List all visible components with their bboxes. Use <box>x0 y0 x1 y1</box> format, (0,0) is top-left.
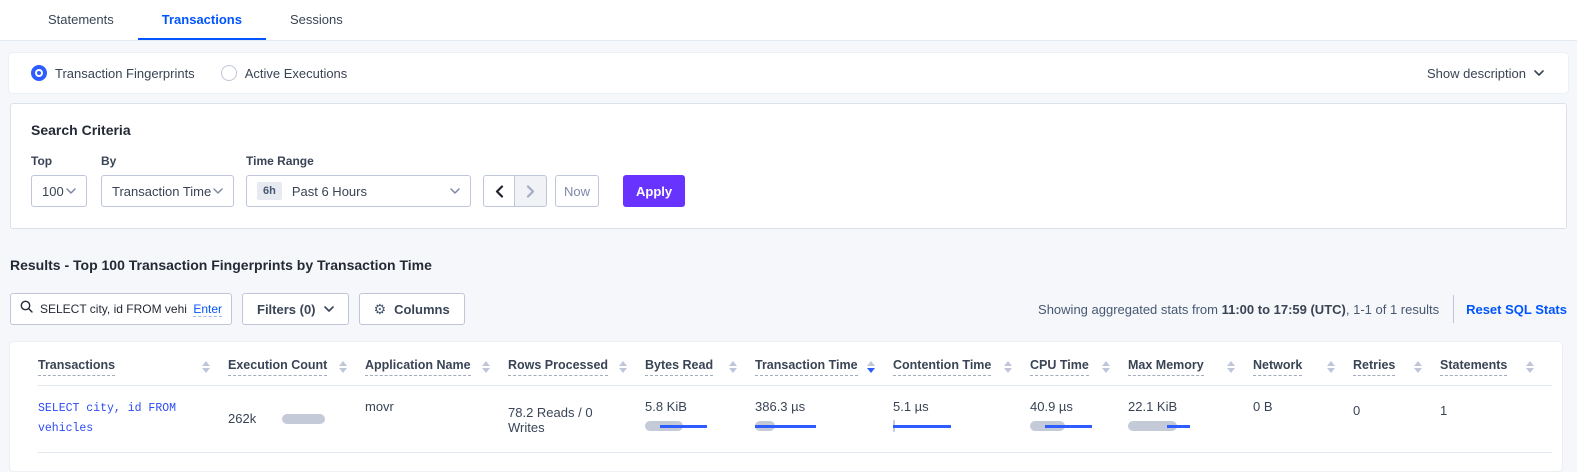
columns-button[interactable]: ⚙ Columns <box>359 293 465 325</box>
reset-sql-stats-link[interactable]: Reset SQL Stats <box>1466 302 1567 317</box>
search-input[interactable]: SELECT city, id FROM vehicles W Enter <box>10 293 232 325</box>
sort-icon[interactable] <box>729 361 737 373</box>
column-header-network[interactable]: Network <box>1253 358 1353 376</box>
column-header-execution-count[interactable]: Execution Count <box>228 358 365 376</box>
sort-icon[interactable] <box>1004 361 1012 373</box>
time-range-badge: 6h <box>257 182 282 200</box>
cpu-time-bar <box>1030 421 1110 431</box>
chevron-down-icon <box>213 186 223 196</box>
search-criteria-card: Search Criteria Top 100 By Transaction T… <box>10 103 1567 229</box>
max-memory-bar <box>1128 421 1235 431</box>
time-range-select[interactable]: 6h Past 6 Hours <box>246 175 471 207</box>
cell-transaction-fingerprint[interactable]: SELECT city, id FROMvehicles <box>38 399 228 438</box>
column-header-contention-time[interactable]: Contention Time <box>893 358 1030 376</box>
cell-rows-processed: 78.2 Reads / 0 Writes <box>508 399 645 438</box>
chevron-down-icon <box>324 304 334 314</box>
table-header-row: Transactions Execution Count Application… <box>38 342 1552 386</box>
cell-retries: 0 <box>1353 399 1440 438</box>
column-header-bytes-read[interactable]: Bytes Read <box>645 358 755 376</box>
chevron-down-icon <box>1534 68 1544 78</box>
sort-icon[interactable] <box>1227 361 1235 373</box>
time-range-next-button[interactable] <box>515 175 547 207</box>
show-description-label: Show description <box>1427 66 1526 81</box>
column-header-max-memory[interactable]: Max Memory <box>1128 358 1253 376</box>
sort-desc-icon[interactable] <box>867 361 875 373</box>
table-row: SELECT city, id FROMvehicles 262k movr 7… <box>38 386 1552 453</box>
column-header-retries[interactable]: Retries <box>1353 358 1440 376</box>
top-select-value: 100 <box>42 184 64 199</box>
apply-button[interactable]: Apply <box>623 175 685 207</box>
search-criteria-title: Search Criteria <box>31 122 1546 138</box>
transactions-table: Transactions Execution Count Application… <box>10 342 1562 471</box>
sort-icon[interactable] <box>1327 361 1335 373</box>
chevron-down-icon <box>66 186 76 196</box>
by-select[interactable]: Transaction Time <box>101 175 234 207</box>
time-range-label: Time Range <box>246 154 483 168</box>
tab-sessions[interactable]: Sessions <box>266 0 367 40</box>
search-enter-button[interactable]: Enter <box>193 302 222 317</box>
column-header-statements[interactable]: Statements <box>1440 358 1552 376</box>
sort-icon[interactable] <box>482 361 490 373</box>
radio-unselected-icon <box>221 65 237 81</box>
sort-icon[interactable] <box>202 361 210 373</box>
column-header-transactions[interactable]: Transactions <box>38 358 228 376</box>
column-header-rows-processed[interactable]: Rows Processed <box>508 358 645 376</box>
sort-icon[interactable] <box>1414 361 1422 373</box>
cell-statements: 1 <box>1440 399 1552 438</box>
results-controls-row: SELECT city, id FROM vehicles W Enter Fi… <box>10 293 1567 325</box>
column-header-transaction-time[interactable]: Transaction Time <box>755 358 893 376</box>
execution-count-bar <box>282 414 325 424</box>
time-range-prev-button[interactable] <box>483 175 515 207</box>
columns-label: Columns <box>394 302 450 317</box>
view-toggle-strip: Transaction Fingerprints Active Executio… <box>9 53 1568 93</box>
by-label: By <box>101 154 246 168</box>
time-range-arrow-group <box>483 175 547 207</box>
filters-label: Filters (0) <box>257 302 316 317</box>
by-select-value: Transaction Time <box>112 184 211 199</box>
radio-active-executions[interactable]: Active Executions <box>221 65 348 81</box>
cell-max-memory: 22.1 KiB <box>1128 399 1253 438</box>
tab-statements[interactable]: Statements <box>24 0 138 40</box>
radio-label: Active Executions <box>245 66 348 81</box>
cell-cpu-time: 40.9 µs <box>1030 399 1128 438</box>
sort-icon[interactable] <box>1526 361 1534 373</box>
column-header-application-name[interactable]: Application Name <box>365 358 508 376</box>
radio-selected-icon <box>31 65 47 81</box>
transaction-time-bar <box>755 421 875 431</box>
page-tabbar: Statements Transactions Sessions <box>0 0 1577 41</box>
cell-execution-count: 262k <box>228 399 365 438</box>
aggregated-stats-text: Showing aggregated stats from 11:00 to 1… <box>1038 302 1439 317</box>
sort-icon[interactable] <box>619 361 627 373</box>
time-range-value: Past 6 Hours <box>292 184 367 199</box>
search-icon <box>20 300 33 318</box>
search-input-value: SELECT city, id FROM vehicles W <box>40 302 187 316</box>
contention-time-bar <box>893 421 1012 431</box>
radio-transaction-fingerprints[interactable]: Transaction Fingerprints <box>31 65 195 81</box>
sort-icon[interactable] <box>339 361 347 373</box>
vertical-divider <box>1453 295 1454 323</box>
cell-application-name: movr <box>365 399 508 438</box>
results-heading: Results - Top 100 Transaction Fingerprin… <box>10 257 1577 273</box>
filters-button[interactable]: Filters (0) <box>242 293 349 325</box>
cell-transaction-time: 386.3 µs <box>755 399 893 438</box>
column-header-cpu-time[interactable]: CPU Time <box>1030 358 1128 376</box>
cell-contention-time: 5.1 µs <box>893 399 1030 438</box>
chevron-down-icon <box>450 186 460 196</box>
top-select[interactable]: 100 <box>31 175 87 207</box>
tab-transactions[interactable]: Transactions <box>138 0 266 40</box>
cell-network: 0 B <box>1253 399 1353 438</box>
bytes-read-bar <box>645 421 737 431</box>
now-button[interactable]: Now <box>555 175 599 207</box>
top-label: Top <box>31 154 101 168</box>
gear-icon: ⚙ <box>374 301 387 318</box>
cell-bytes-read: 5.8 KiB <box>645 399 755 438</box>
radio-label: Transaction Fingerprints <box>55 66 195 81</box>
show-description-toggle[interactable]: Show description <box>1427 66 1544 81</box>
sort-icon[interactable] <box>1102 361 1110 373</box>
